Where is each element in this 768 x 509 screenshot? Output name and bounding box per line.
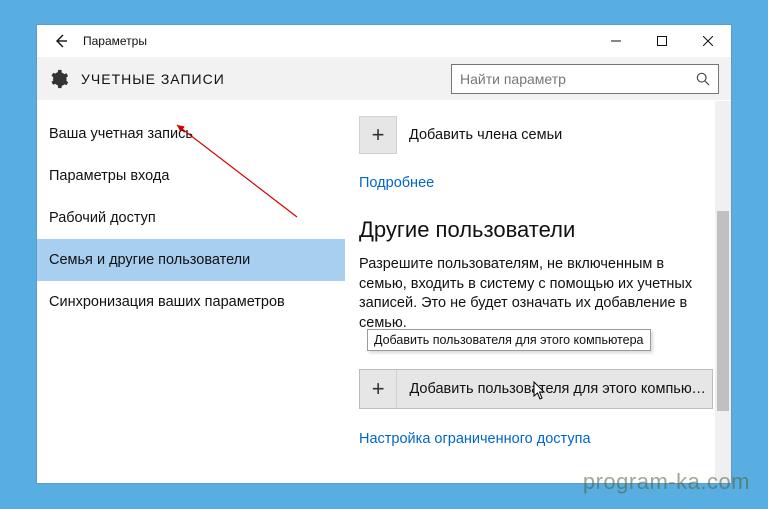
- header-row: УЧЕТНЫЕ ЗАПИСИ Найти параметр: [37, 57, 731, 101]
- sidebar-item-label: Ваша учетная запись: [49, 126, 193, 142]
- add-other-user-button[interactable]: + Добавить пользователя для этого компью…: [359, 369, 713, 409]
- other-users-description: Разрешите пользователям, не включенным в…: [359, 255, 713, 333]
- gear-icon: [45, 65, 73, 93]
- close-button[interactable]: [685, 25, 731, 57]
- other-users-heading: Другие пользователи: [359, 217, 713, 243]
- scrollbar-thumb[interactable]: [717, 211, 729, 411]
- sidebar-item-signin-options[interactable]: Параметры входа: [37, 155, 345, 197]
- sidebar-item-label: Семья и другие пользователи: [49, 252, 250, 268]
- search-input[interactable]: Найти параметр: [451, 64, 719, 94]
- sidebar-item-account[interactable]: Ваша учетная запись: [37, 113, 345, 155]
- sidebar-item-label: Синхронизация ваших параметров: [49, 294, 285, 310]
- sidebar-item-label: Параметры входа: [49, 168, 169, 184]
- more-link[interactable]: Подробнее: [359, 175, 713, 191]
- window-title: Параметры: [83, 34, 147, 48]
- plus-icon: +: [360, 370, 397, 408]
- minimize-button[interactable]: [593, 25, 639, 57]
- add-family-label: Добавить члена семьи: [409, 127, 562, 143]
- search-icon: [694, 72, 712, 86]
- add-other-user-label: Добавить пользователя для этого компьют…: [409, 381, 708, 397]
- content-pane: + Добавить члена семьи Подробнее Другие …: [345, 101, 731, 483]
- back-button[interactable]: [41, 25, 81, 57]
- sidebar-item-label: Рабочий доступ: [49, 210, 156, 226]
- sidebar-item-family-users[interactable]: Семья и другие пользователи: [37, 239, 345, 281]
- search-placeholder: Найти параметр: [460, 71, 694, 87]
- add-family-member-button[interactable]: + Добавить члена семьи: [359, 115, 713, 155]
- scrollbar[interactable]: [715, 101, 731, 483]
- sidebar-item-work-access[interactable]: Рабочий доступ: [37, 197, 345, 239]
- sidebar: Ваша учетная запись Параметры входа Рабо…: [37, 101, 345, 483]
- titlebar: Параметры: [37, 25, 731, 57]
- settings-window: Параметры УЧЕТНЫЕ ЗАПИСИ Найти параметр …: [36, 24, 732, 484]
- body: Ваша учетная запись Параметры входа Рабо…: [37, 101, 731, 483]
- plus-icon: +: [359, 116, 397, 154]
- restricted-access-link[interactable]: Настройка ограниченного доступа: [359, 431, 713, 447]
- tooltip: Добавить пользователя для этого компьюте…: [367, 329, 651, 351]
- page-title: УЧЕТНЫЕ ЗАПИСИ: [81, 71, 225, 87]
- sidebar-item-sync[interactable]: Синхронизация ваших параметров: [37, 281, 345, 323]
- maximize-button[interactable]: [639, 25, 685, 57]
